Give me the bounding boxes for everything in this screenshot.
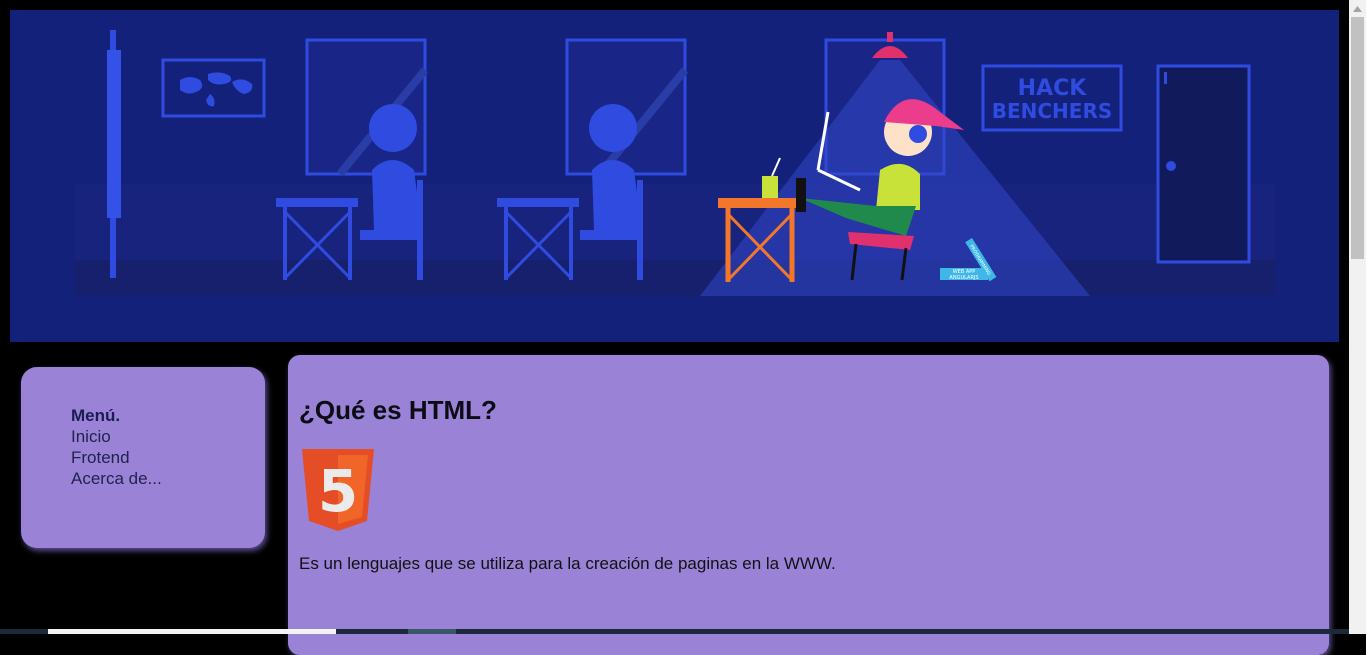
scrollbar-thumb[interactable]	[1351, 17, 1364, 259]
taskbar-segment	[48, 629, 336, 634]
page-title: ¿Qué es HTML?	[299, 395, 497, 425]
menu-title: Menú.	[71, 406, 121, 425]
header-banner: WEB APP ANGULARJS PROGRAMMING HACK BENCH…	[10, 10, 1339, 342]
content-paragraph: Es un lenguajes que se utiliza para la c…	[299, 554, 836, 573]
laptop-label-line2: ANGULARJS	[949, 275, 978, 281]
world-map-frame	[161, 58, 266, 118]
taskbar-segment	[408, 629, 456, 634]
menu-item-acerca-de[interactable]: Acerca de...	[71, 468, 265, 489]
menu-item-inicio[interactable]: Inicio	[71, 426, 265, 447]
scroll-up-arrow-icon[interactable]	[1349, 0, 1366, 17]
menu-item-frotend[interactable]: Frotend	[71, 447, 265, 468]
banner-illustration: WEB APP ANGULARJS PROGRAMMING HACK BENCH…	[75, 30, 1275, 296]
sign-line1: HACK	[1018, 76, 1088, 101]
side-menu: Menú. Inicio Frotend Acerca de...	[21, 367, 265, 548]
main-content: ¿Qué es HTML? 5 Es un lenguajes que se u…	[288, 355, 1329, 655]
vertical-scrollbar[interactable]	[1349, 0, 1366, 634]
door	[1156, 64, 1251, 264]
html5-logo-icon: 5	[302, 449, 374, 531]
hack-benchers-sign: HACK BENCHERS	[981, 64, 1123, 132]
html5-logo-number: 5	[318, 457, 358, 525]
sign-line2: BENCHERS	[992, 99, 1113, 123]
